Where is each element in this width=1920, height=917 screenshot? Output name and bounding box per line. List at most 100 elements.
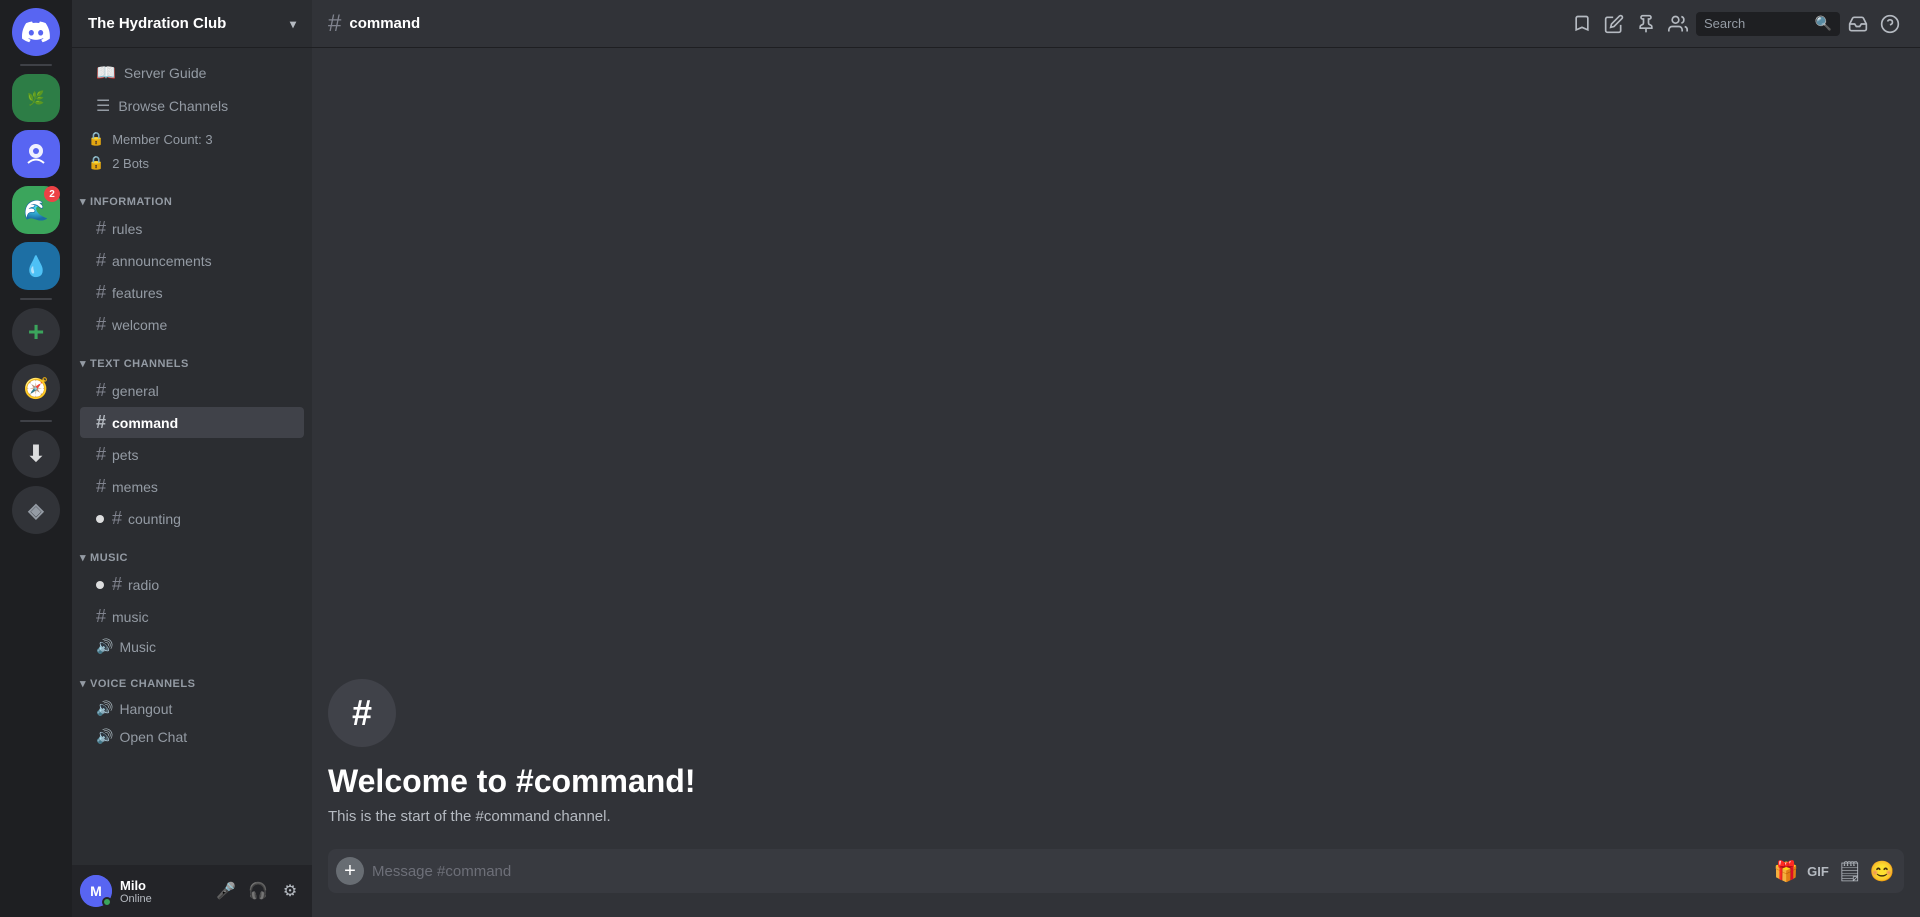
channel-pets[interactable]: # pets [80, 439, 304, 470]
search-icon: 🔍 [1815, 15, 1832, 32]
user-status: Online [120, 893, 204, 905]
add-attachment-button[interactable]: + [336, 857, 364, 885]
channel-music-text-name: music [112, 609, 149, 625]
channel-rules-name: rules [112, 221, 142, 237]
hash-icon: # [96, 606, 106, 627]
server-icon-hydration[interactable]: 💧 [12, 242, 60, 290]
bots-item[interactable]: 🔒 2 Bots [80, 151, 304, 175]
unread-dot-radio [96, 581, 104, 589]
search-input[interactable] [1704, 16, 1811, 31]
message-action-buttons: 🎁 GIF 🗒 😊 [1772, 857, 1896, 885]
user-panel: M Milo Online 🎤 🎧 ⚙ [72, 865, 312, 917]
message-input-area: + 🎁 GIF 🗒 😊 [312, 849, 1920, 917]
server-guide-item[interactable]: 📖 Server Guide [80, 57, 304, 89]
category-text-channels[interactable]: ▾ TEXT CHANNELS [72, 341, 312, 374]
search-bar[interactable]: 🔍 [1696, 12, 1840, 36]
sticker-button[interactable]: 🗒 [1836, 857, 1864, 885]
channel-command-name: command [112, 415, 178, 431]
welcome-desc: This is the start of the #command channe… [328, 808, 1904, 825]
speaker-icon: 🔊 [96, 728, 113, 745]
channel-radio[interactable]: # radio [80, 569, 304, 600]
server-name: The Hydration Club [88, 15, 226, 32]
add-server-button[interactable]: + [12, 308, 60, 356]
channel-welcome[interactable]: # welcome [80, 309, 304, 340]
gift-button[interactable]: 🎁 [1772, 857, 1800, 885]
microphone-button[interactable]: 🎤 [212, 877, 240, 905]
server-icon-2[interactable] [12, 130, 60, 178]
browse-channels-item[interactable]: ☰ Browse Channels [80, 90, 304, 122]
channel-features-name: features [112, 285, 163, 301]
pin-button[interactable] [1632, 10, 1660, 38]
hash-icon: # [112, 508, 122, 529]
download-button[interactable]: ⬇ [12, 430, 60, 478]
channel-open-chat-name: Open Chat [119, 729, 187, 745]
channel-pets-name: pets [112, 447, 138, 463]
hash-icon: # [96, 412, 106, 433]
welcome-icon: # [328, 679, 396, 747]
channel-hangout-name: Hangout [119, 701, 172, 717]
server-header[interactable]: The Hydration Club ▾ [72, 0, 312, 48]
category-music[interactable]: ▾ MUSIC [72, 535, 312, 568]
channel-music-voice-name: Music [119, 639, 156, 655]
channel-general-name: general [112, 383, 159, 399]
server-guide-icon: 📖 [96, 63, 116, 83]
channel-music-voice[interactable]: 🔊 Music [80, 633, 304, 660]
settings-button[interactable]: ⚙ [276, 877, 304, 905]
category-voice-channels[interactable]: ▾ VOICE CHANNELS [72, 661, 312, 694]
hash-icon: # [112, 574, 122, 595]
status-dot [102, 897, 112, 907]
channel-counting-name: counting [128, 511, 181, 527]
arrow-icon: ▾ [80, 357, 86, 370]
channel-features[interactable]: # features [80, 277, 304, 308]
channel-hangout[interactable]: 🔊 Hangout [80, 695, 304, 722]
chat-area: # Welcome to #command! This is the start… [312, 48, 1920, 849]
server-icon-1[interactable]: 🌿 [12, 74, 60, 122]
channel-hash-icon: # [328, 10, 341, 38]
channel-header-name: command [349, 15, 420, 32]
explore-button[interactable]: 🧭 [12, 364, 60, 412]
unread-dot [96, 515, 104, 523]
server-divider [20, 64, 52, 66]
channel-memes[interactable]: # memes [80, 471, 304, 502]
hash-icon: # [96, 250, 106, 271]
channel-announcements[interactable]: # announcements [80, 245, 304, 276]
avatar: M [80, 875, 112, 907]
channel-music-text[interactable]: # music [80, 601, 304, 632]
help-button[interactable] [1876, 10, 1904, 38]
channel-general[interactable]: # general [80, 375, 304, 406]
channel-command[interactable]: # command [80, 407, 304, 438]
welcome-title: Welcome to #command! [328, 763, 1904, 800]
username: Milo [120, 878, 204, 893]
channel-welcome-name: welcome [112, 317, 167, 333]
threads-button[interactable] [1568, 10, 1596, 38]
member-count-section: 🔒 Member Count: 3 🔒 2 Bots [72, 123, 312, 179]
channel-open-chat[interactable]: 🔊 Open Chat [80, 723, 304, 750]
welcome-section: # Welcome to #command! This is the start… [312, 663, 1920, 849]
channel-rules[interactable]: # rules [80, 213, 304, 244]
server-icon-3[interactable]: 🌊 2 [12, 186, 60, 234]
hash-icon: # [96, 314, 106, 335]
category-music-label: MUSIC [90, 552, 128, 564]
channel-counting[interactable]: # counting [80, 503, 304, 534]
server-guide-label: Server Guide [124, 65, 206, 81]
hash-icon: # [96, 380, 106, 401]
arrow-icon: ▾ [80, 551, 86, 564]
server-divider-3 [20, 420, 52, 422]
member-count-item[interactable]: 🔒 Member Count: 3 [80, 127, 304, 151]
discord-home-button[interactable] [12, 8, 60, 56]
category-information[interactable]: ▾ INFORMATION [72, 179, 312, 212]
lock-icon: 🔒 [88, 131, 104, 147]
nitro-button[interactable]: ◈ [12, 486, 60, 534]
server-divider-2 [20, 298, 52, 300]
emoji-button[interactable]: 😊 [1868, 857, 1896, 885]
members-button[interactable] [1664, 10, 1692, 38]
channel-header-right: 🔍 [1568, 10, 1904, 38]
gif-button[interactable]: GIF [1804, 857, 1832, 885]
inbox-button[interactable] [1844, 10, 1872, 38]
bots-label: 2 Bots [112, 156, 149, 171]
user-controls: 🎤 🎧 ⚙ [212, 877, 304, 905]
message-input[interactable] [372, 863, 1764, 880]
headset-button[interactable]: 🎧 [244, 877, 272, 905]
arrow-icon: ▾ [80, 195, 86, 208]
edit-button[interactable] [1600, 10, 1628, 38]
